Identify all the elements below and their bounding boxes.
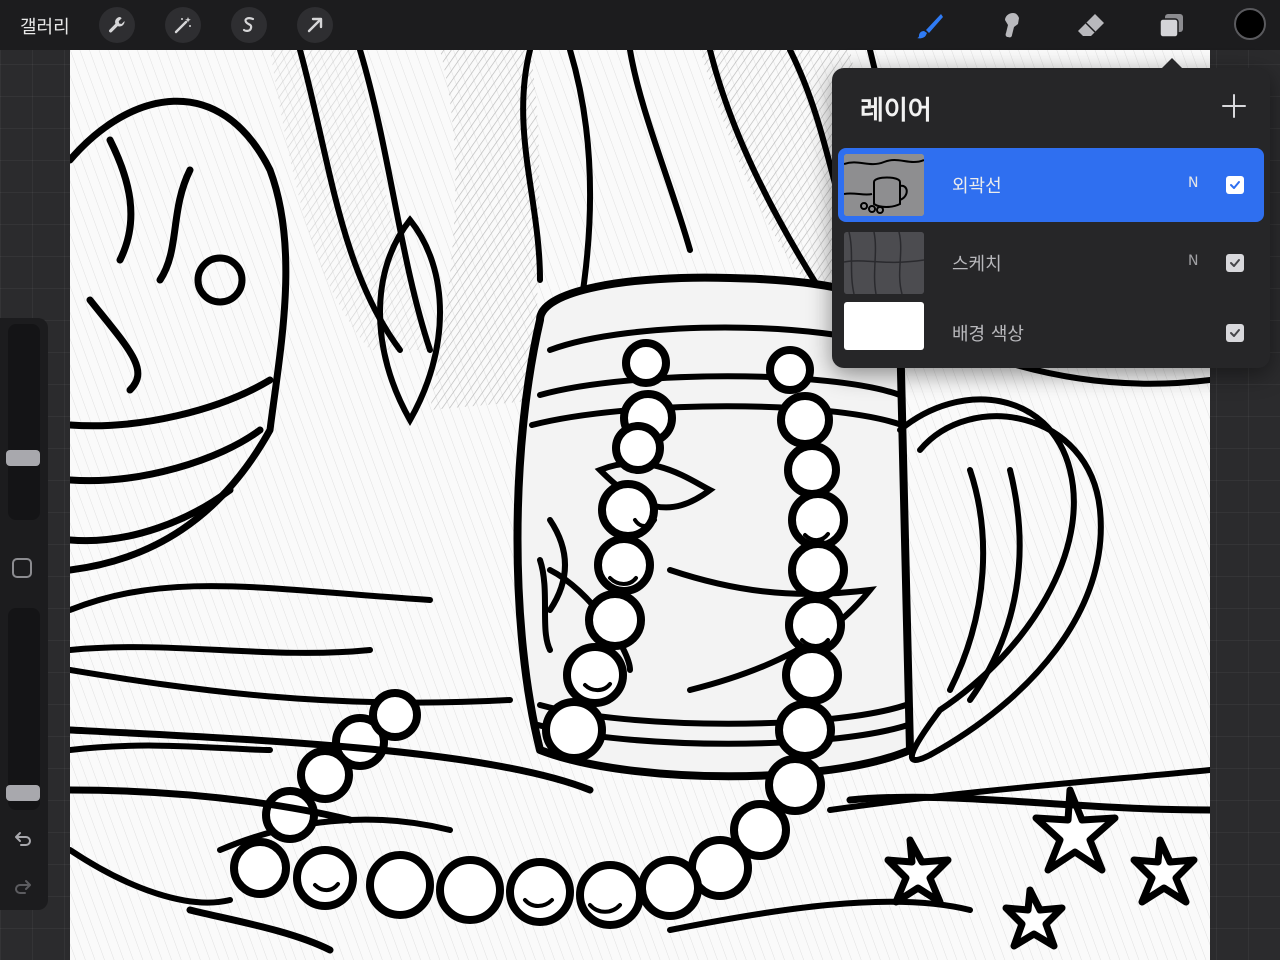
layer-name: 외곽선 [952, 176, 1002, 197]
smudge-tool[interactable] [993, 8, 1029, 44]
background-color-thumbnail [844, 302, 924, 350]
add-layer-button[interactable] [1220, 92, 1248, 120]
brush-tool[interactable] [912, 8, 948, 44]
layer-row-background-color[interactable]: 배경 색상 [838, 296, 1264, 370]
opacity-thumb[interactable] [6, 785, 40, 801]
blend-mode-button[interactable]: N [1188, 175, 1198, 191]
layers-tool[interactable] [1153, 8, 1189, 44]
opacity-slider[interactable] [6, 608, 40, 810]
sketch-thumbnail-image [844, 232, 924, 294]
checkmark-icon [1230, 181, 1240, 189]
checkmark-icon [1230, 329, 1240, 337]
redo-icon [15, 880, 31, 894]
layer-visibility-checkbox[interactable] [1226, 324, 1244, 342]
layer-thumbnail [844, 232, 924, 294]
gallery-button[interactable]: 갤러리 [20, 13, 70, 39]
transform-button[interactable] [297, 7, 333, 43]
layers-panel: 레이어 외곽선 N 스케치 N 배경 색상 [832, 68, 1270, 368]
layer-visibility-checkbox[interactable] [1226, 176, 1244, 194]
undo-icon [15, 832, 31, 846]
blend-mode-button[interactable]: N [1188, 253, 1198, 269]
layers-panel-title: 레이어 [860, 96, 932, 126]
checkmark-icon [1230, 259, 1240, 267]
layers-icon [1159, 14, 1183, 38]
magic-wand-icon [174, 17, 191, 34]
brush-size-thumb[interactable] [6, 450, 40, 466]
layer-name: 배경 색상 [952, 324, 1024, 345]
selection-icon [242, 17, 255, 32]
brush-size-slider[interactable] [6, 324, 40, 520]
eraser-tool[interactable] [1073, 8, 1109, 44]
actions-button[interactable] [99, 7, 135, 43]
smudge-icon [1005, 13, 1019, 38]
brush-icon [917, 14, 943, 39]
undo-button[interactable] [10, 826, 36, 852]
color-picker-button[interactable] [1234, 8, 1266, 40]
layer-visibility-checkbox[interactable] [1226, 254, 1244, 272]
redo-button[interactable] [10, 874, 36, 900]
layers-panel-pointer [1160, 58, 1184, 70]
wrench-icon [109, 17, 125, 33]
layer-name: 스케치 [952, 254, 1002, 275]
layer-row-outline[interactable]: 외곽선 N [838, 148, 1264, 222]
adjustments-button[interactable] [165, 7, 201, 43]
left-sidebar [0, 318, 48, 910]
layer-thumbnail [844, 154, 924, 216]
plus-icon [1222, 94, 1246, 118]
modifier-square-icon[interactable] [12, 558, 32, 578]
selection-button[interactable] [231, 7, 267, 43]
eraser-icon [1078, 14, 1104, 36]
layer-row-sketch[interactable]: 스케치 N [838, 226, 1264, 300]
top-toolbar: 갤러리 [0, 0, 1280, 50]
outline-thumbnail-image [844, 154, 924, 216]
transform-arrow-icon [307, 17, 323, 33]
